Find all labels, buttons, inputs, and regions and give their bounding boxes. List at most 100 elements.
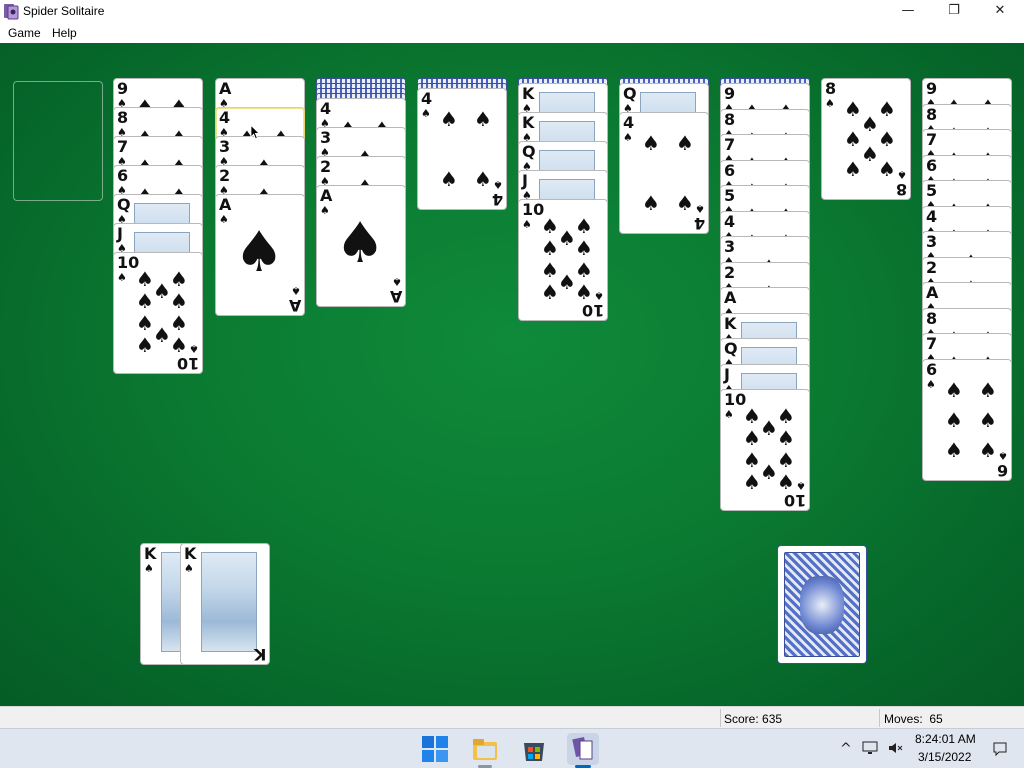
card-4-of-spades[interactable]: 4♠♠♠♠♠4♠	[417, 88, 507, 210]
card-rank: 6	[926, 359, 938, 379]
spade-icon: ♠	[541, 280, 559, 304]
spade-icon: ♠	[184, 562, 194, 575]
game-board: 9♠♠♠♠♠♠♠♠♠♠9♠8♠♠♠♠♠♠♠♠♠8♠7♠♠♠♠♠♠♠♠7♠6♠♠♠…	[0, 43, 1024, 706]
card-rank-corner: 6	[996, 460, 1008, 480]
spade-icon: ♠	[642, 191, 660, 215]
spade-icon: ♠	[136, 311, 154, 335]
menu-help[interactable]: Help	[52, 26, 77, 40]
card-rank: 8	[724, 109, 736, 129]
spade-icon: ♠	[945, 437, 963, 462]
card-rank: 9	[724, 84, 736, 103]
spade-icon: ♠	[170, 333, 188, 357]
spade-icon: ♠	[695, 202, 705, 215]
restore-button[interactable]: ❐	[931, 0, 977, 22]
spider-solitaire-taskbar-icon[interactable]	[567, 733, 599, 765]
card-10-of-spades[interactable]: 10 ♠ ♠ ♠ ♠ ♠ ♠ ♠ ♠ ♠ ♠ ♠ 10 ♠	[518, 199, 608, 321]
spade-icon: ♠	[844, 157, 862, 181]
spade-icon: ♠	[335, 211, 386, 276]
clock-time[interactable]: 8:24:01 AM	[915, 732, 976, 746]
spade-icon: ♠	[979, 407, 997, 432]
card-rank: A	[219, 195, 232, 214]
show-hidden-icons-chevron[interactable]: ^	[840, 741, 852, 757]
spade-icon: ♠	[979, 377, 997, 402]
spade-icon: ♠	[575, 258, 593, 282]
card-rank: 8	[117, 108, 129, 127]
spade-icon: ♠	[136, 289, 154, 313]
spade-icon: ♠	[897, 168, 907, 181]
spade-icon: ♠	[575, 280, 593, 304]
card-rank-corner: 10	[783, 491, 806, 510]
stock-pile[interactable]	[777, 545, 867, 664]
card-rank: 4	[623, 113, 635, 132]
network-icon[interactable]	[862, 740, 878, 756]
spade-icon: ♠	[844, 97, 862, 121]
card-A-of-spades[interactable]: A♠♠A♠	[316, 185, 406, 307]
card-rank: K	[184, 544, 197, 563]
card-rank: 2	[724, 262, 736, 282]
spade-icon: ♠	[743, 404, 761, 428]
completed-sequence-card: K♠K	[180, 543, 270, 665]
card-rank: 3	[219, 137, 231, 156]
volume-muted-icon[interactable]	[887, 740, 903, 756]
card-rank: 2	[926, 257, 938, 277]
spade-icon: ♠	[541, 214, 559, 238]
card-rank-corner: 10	[176, 354, 199, 373]
status-separator	[879, 709, 880, 727]
spade-icon: ♠	[979, 437, 997, 462]
spade-icon: ♠	[796, 479, 806, 492]
notifications-icon[interactable]	[992, 741, 1008, 757]
spade-icon: ♠	[878, 157, 896, 181]
card-rank: A	[724, 288, 737, 307]
card-rank: 4	[320, 99, 332, 118]
microsoft-store-icon[interactable]	[518, 733, 550, 765]
windows-start-icon[interactable]	[419, 733, 451, 765]
spade-icon: ♠	[440, 167, 458, 191]
spade-icon: ♠	[136, 333, 154, 357]
spade-icon: ♠	[575, 214, 593, 238]
spade-icon: ♠	[558, 270, 576, 294]
spade-icon: ♠	[825, 97, 835, 110]
card-rank: Q	[623, 84, 637, 103]
empty-foundation-slot[interactable]	[13, 81, 103, 201]
card-rank: J	[724, 364, 730, 384]
spade-icon: ♠	[777, 448, 795, 472]
spade-icon: ♠	[153, 279, 171, 303]
spade-icon: ♠	[743, 470, 761, 494]
spade-icon: ♠	[189, 342, 199, 355]
window-title: Spider Solitaire	[23, 4, 105, 18]
menu-game[interactable]: Game	[8, 26, 41, 40]
minimize-button[interactable]: —	[885, 0, 931, 22]
spade-icon: ♠	[844, 127, 862, 151]
spade-icon: ♠	[777, 470, 795, 494]
card-rank: 9	[117, 79, 129, 98]
spade-icon: ♠	[522, 218, 532, 231]
card-10-of-spades[interactable]: 10 ♠ ♠ ♠ ♠ ♠ ♠ ♠ ♠ ♠ ♠ ♠ 10 ♠	[720, 389, 810, 511]
face-card-art	[201, 552, 257, 652]
clock-date[interactable]: 3/15/2022	[918, 750, 971, 764]
spade-icon: ♠	[421, 107, 431, 120]
card-rank: K	[724, 313, 737, 333]
card-rank-corner: A	[389, 287, 402, 306]
spade-icon: ♠	[594, 289, 604, 302]
spade-icon: ♠	[153, 323, 171, 347]
card-rank: A	[219, 79, 232, 98]
card-rank: 5	[926, 181, 938, 200]
card-8-of-spades[interactable]: 8♠♠♠♠♠♠♠♠♠8♠	[821, 78, 911, 200]
spade-icon: ♠	[291, 284, 301, 297]
card-10-of-spades[interactable]: 10 ♠ ♠ ♠ ♠ ♠ ♠ ♠ ♠ ♠ ♠ ♠ 10 ♠	[113, 252, 203, 374]
file-explorer-icon[interactable]	[469, 733, 501, 765]
spade-icon: ♠	[493, 178, 503, 191]
spade-icon: ♠	[623, 131, 633, 144]
card-rank-corner: 4	[693, 214, 705, 233]
card-6-of-spades[interactable]: 6♠♠♠♠♠♠♠6♠	[922, 358, 1012, 481]
spade-icon: ♠	[878, 127, 896, 151]
close-button[interactable]: ✕	[977, 0, 1023, 22]
card-4-of-spades[interactable]: 4♠♠♠♠♠4♠	[619, 112, 709, 234]
spade-icon: ♠	[219, 213, 229, 226]
card-A-of-spades[interactable]: A♠♠A♠	[215, 194, 305, 316]
spade-icon: ♠	[760, 416, 778, 440]
spade-icon: ♠	[541, 236, 559, 260]
card-rank: Q	[117, 195, 131, 214]
status-separator	[720, 709, 721, 727]
spade-icon: ♠	[926, 377, 936, 391]
